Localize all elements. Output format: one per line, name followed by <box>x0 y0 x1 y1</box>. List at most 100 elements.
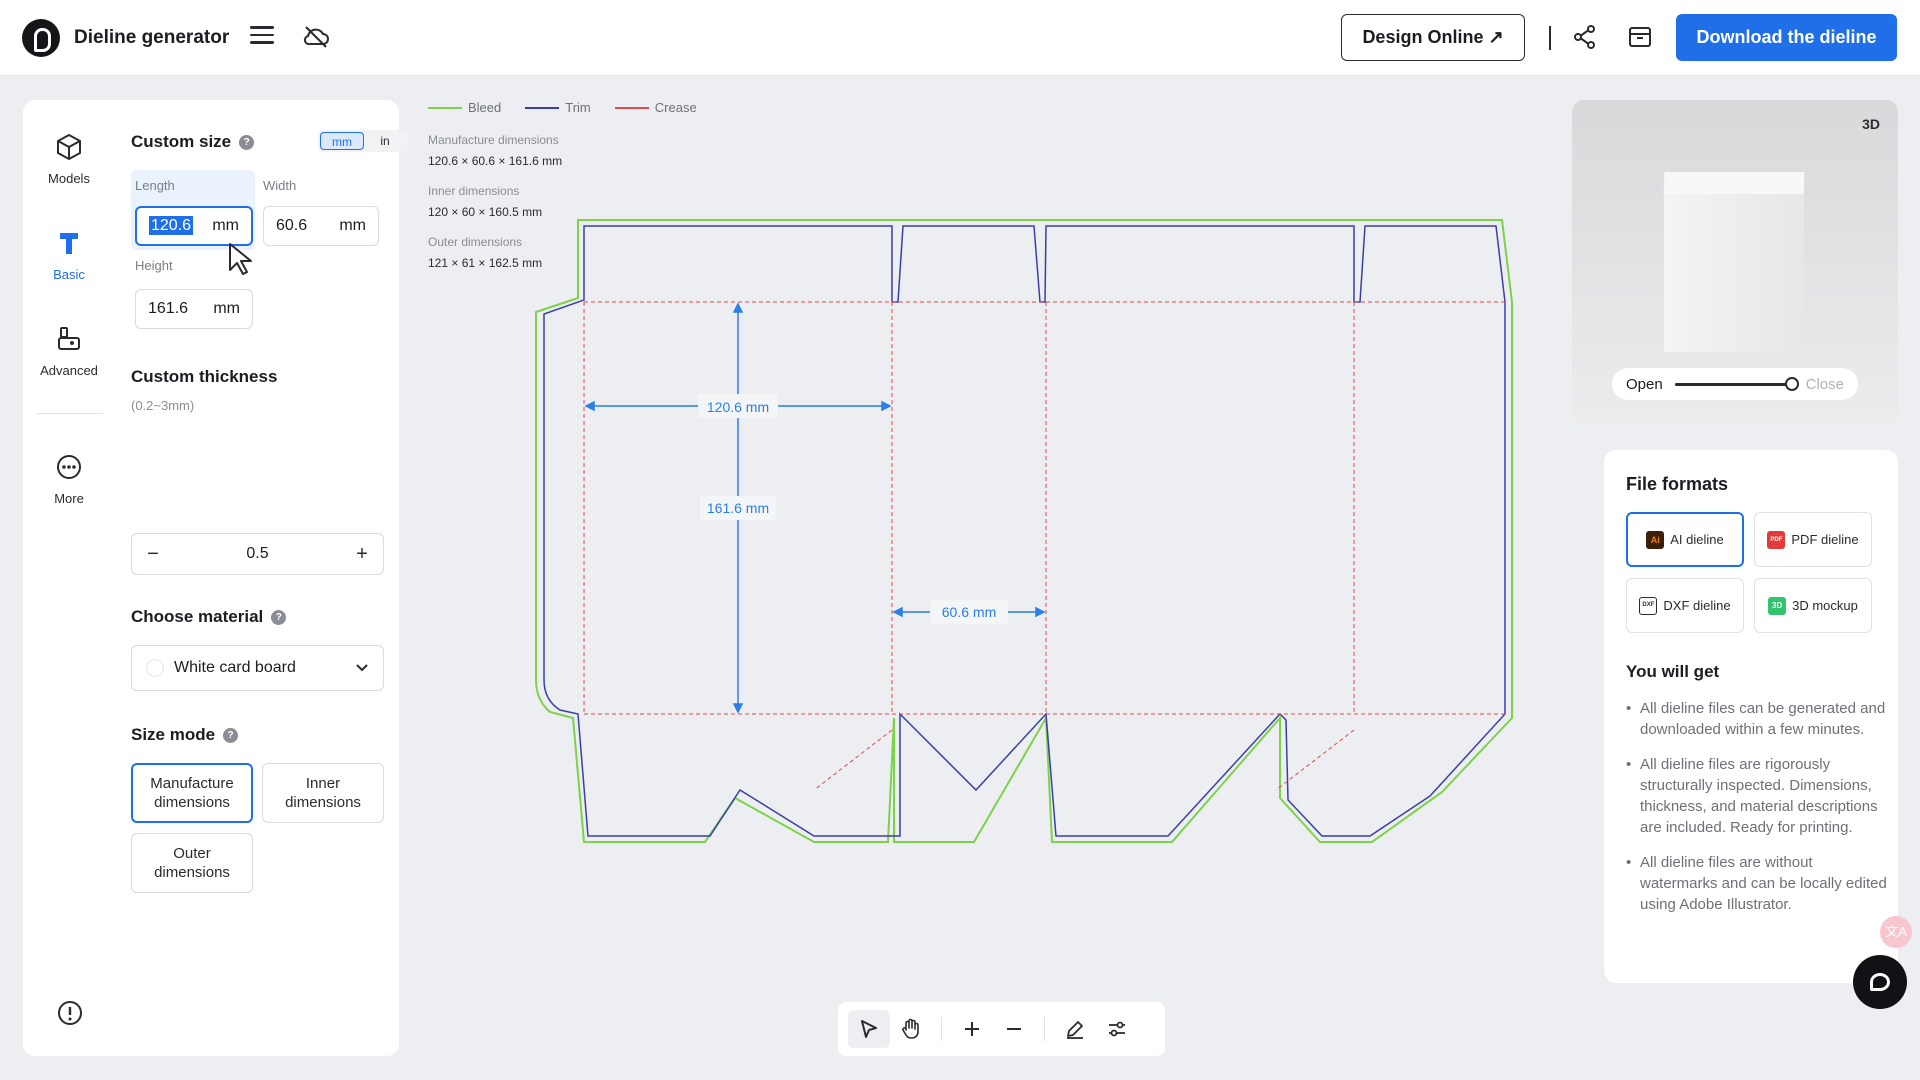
choose-material-heading: Choose material ? <box>131 607 287 627</box>
format-label: DXF dieline <box>1663 598 1731 613</box>
format-dxf-button[interactable]: DXF DXF dieline <box>1626 578 1744 633</box>
inner-dims-label: Inner dimensions <box>428 184 520 198</box>
material-select[interactable]: White card board <box>131 645 384 691</box>
help-icon[interactable]: ? <box>223 727 239 743</box>
format-label: 3D mockup <box>1792 598 1858 613</box>
file-formats-title: File formats <box>1626 474 1729 494</box>
width-unit: mm <box>339 217 366 234</box>
mode-manufacture-button[interactable]: Manufacture dimensions <box>131 763 253 823</box>
mockup-file-icon: 3D <box>1768 596 1787 615</box>
custom-size-heading: Custom size ? <box>131 132 255 152</box>
length-input[interactable]: 120.6 mm <box>135 206 253 246</box>
sidebar-item-label: Models <box>48 171 90 186</box>
fold-slider-knob[interactable] <box>1784 376 1799 391</box>
increment-button[interactable]: + <box>351 543 373 566</box>
open-label: Open <box>1626 375 1663 393</box>
pen-edit-icon[interactable] <box>1054 1010 1096 1048</box>
file-formats-panel: File formats Ai AI dieline PDF PDF dieli… <box>1604 450 1898 983</box>
dxf-file-icon: DXF <box>1639 596 1658 615</box>
legend-trim: Trim <box>525 100 591 115</box>
width-dimension-label: 60.6 mm <box>942 604 996 620</box>
size-mode-title: Size mode <box>131 725 216 744</box>
more-dots-icon <box>57 455 81 479</box>
height-input[interactable]: 161.6 mm <box>135 289 253 329</box>
decrement-button[interactable]: − <box>142 543 164 566</box>
list-item: All dieline files can be generated and d… <box>1626 698 1888 740</box>
outer-dims-label: Outer dimensions <box>428 235 523 249</box>
height-unit: mm <box>213 300 240 317</box>
unit-in-option[interactable]: in <box>364 132 406 150</box>
you-will-get-title: You will get <box>1626 662 1720 681</box>
format-label: PDF dieline <box>1791 532 1859 547</box>
fold-slider-track[interactable] <box>1674 376 1799 391</box>
open-close-slider[interactable]: Open Close <box>1612 368 1858 400</box>
download-dieline-button[interactable]: Download the dieline <box>1676 14 1897 61</box>
material-value: White card board <box>174 659 296 676</box>
width-value: 60.6 <box>276 217 308 234</box>
hamburger-menu-icon[interactable] <box>250 26 274 48</box>
info-icon[interactable] <box>57 1000 83 1031</box>
zoom-in-icon[interactable] <box>951 1010 993 1048</box>
translate-icon[interactable]: 文A <box>1880 916 1912 948</box>
help-icon[interactable]: ? <box>239 134 255 150</box>
help-icon[interactable]: ? <box>271 609 287 625</box>
canvas-toolbar <box>838 1002 1165 1056</box>
sidebar-item-label: Basic <box>53 267 85 282</box>
thickness-value: 0.5 <box>246 545 269 562</box>
chat-support-button[interactable] <box>1853 955 1907 1009</box>
unit-toggle[interactable]: mm in <box>318 130 408 152</box>
length-label: Length <box>135 178 175 193</box>
sliders-adjust-icon[interactable] <box>1096 1010 1138 1048</box>
text-t-icon <box>60 233 78 254</box>
close-label: Close <box>1805 375 1844 393</box>
archive-box-icon[interactable] <box>1627 24 1653 55</box>
crease-lines <box>583 301 1505 791</box>
width-input[interactable]: 60.6 mm <box>263 206 379 246</box>
zoom-out-icon[interactable] <box>993 1010 1035 1048</box>
mode-outer-button[interactable]: Outer dimensions <box>131 833 253 893</box>
share-icon[interactable] <box>1572 24 1598 55</box>
sidebar-item-basic[interactable]: Basic <box>23 228 115 282</box>
format-pdf-button[interactable]: PDF PDF dieline <box>1754 512 1872 567</box>
settings-panel: Models Basic Advanced More Custom size ?… <box>23 100 408 1056</box>
mode-inner-button[interactable]: Inner dimensions <box>262 763 384 823</box>
sidebar-item-more[interactable]: More <box>23 452 115 506</box>
line-legend: Bleed Trim Crease <box>428 100 697 115</box>
box-model-lid <box>1663 172 1805 196</box>
benefits-list: All dieline files can be generated and d… <box>1626 698 1888 929</box>
trim-outline <box>543 225 1506 837</box>
outer-dims-value: 121 × 61 × 162.5 mm <box>428 256 543 270</box>
design-online-button[interactable]: Design Online ↗ <box>1341 14 1525 61</box>
format-3d-mockup-button[interactable]: 3D 3D mockup <box>1754 578 1872 633</box>
3d-view-icon[interactable]: 3D <box>1862 116 1880 132</box>
legend-bleed: Bleed <box>428 100 501 115</box>
mouse-cursor-icon <box>229 243 252 275</box>
sidebar-item-advanced[interactable]: Advanced <box>23 324 115 378</box>
box-model <box>1664 194 1804 352</box>
select-tool-icon[interactable] <box>848 1010 890 1048</box>
thickness-hint: (0.2~3mm) <box>131 398 195 413</box>
list-item: All dieline files are rigorously structu… <box>1626 754 1888 838</box>
chevron-down-icon <box>356 664 368 672</box>
dimension-summary: Manufacture dimensions 120.6 × 60.6 × 16… <box>428 130 562 283</box>
pdf-file-icon: PDF <box>1767 530 1786 549</box>
size-mode-heading: Size mode ? <box>131 725 239 745</box>
unit-mm-option[interactable]: mm <box>320 132 364 150</box>
cloud-off-icon[interactable] <box>302 24 330 55</box>
sidebar-divider <box>37 413 103 414</box>
height-dimension-label: 161.6 mm <box>707 500 769 516</box>
sidebar-item-models[interactable]: Models <box>23 132 115 186</box>
advanced-icon <box>58 327 80 350</box>
app-title: Dieline generator <box>74 27 230 48</box>
hand-pan-icon[interactable] <box>890 1010 932 1048</box>
format-label: AI dieline <box>1670 532 1724 547</box>
thickness-stepper[interactable]: − 0.5 + <box>131 533 384 575</box>
dimension-markers <box>584 302 1046 714</box>
height-label: Height <box>135 258 173 273</box>
format-ai-button[interactable]: Ai AI dieline <box>1626 512 1744 567</box>
list-item: All dieline files are without watermarks… <box>1626 852 1888 915</box>
3d-preview[interactable]: 3D Open Close <box>1572 100 1898 424</box>
custom-thickness-title: Custom thickness <box>131 367 278 386</box>
material-swatch <box>146 659 164 677</box>
app-logo[interactable] <box>22 19 60 57</box>
